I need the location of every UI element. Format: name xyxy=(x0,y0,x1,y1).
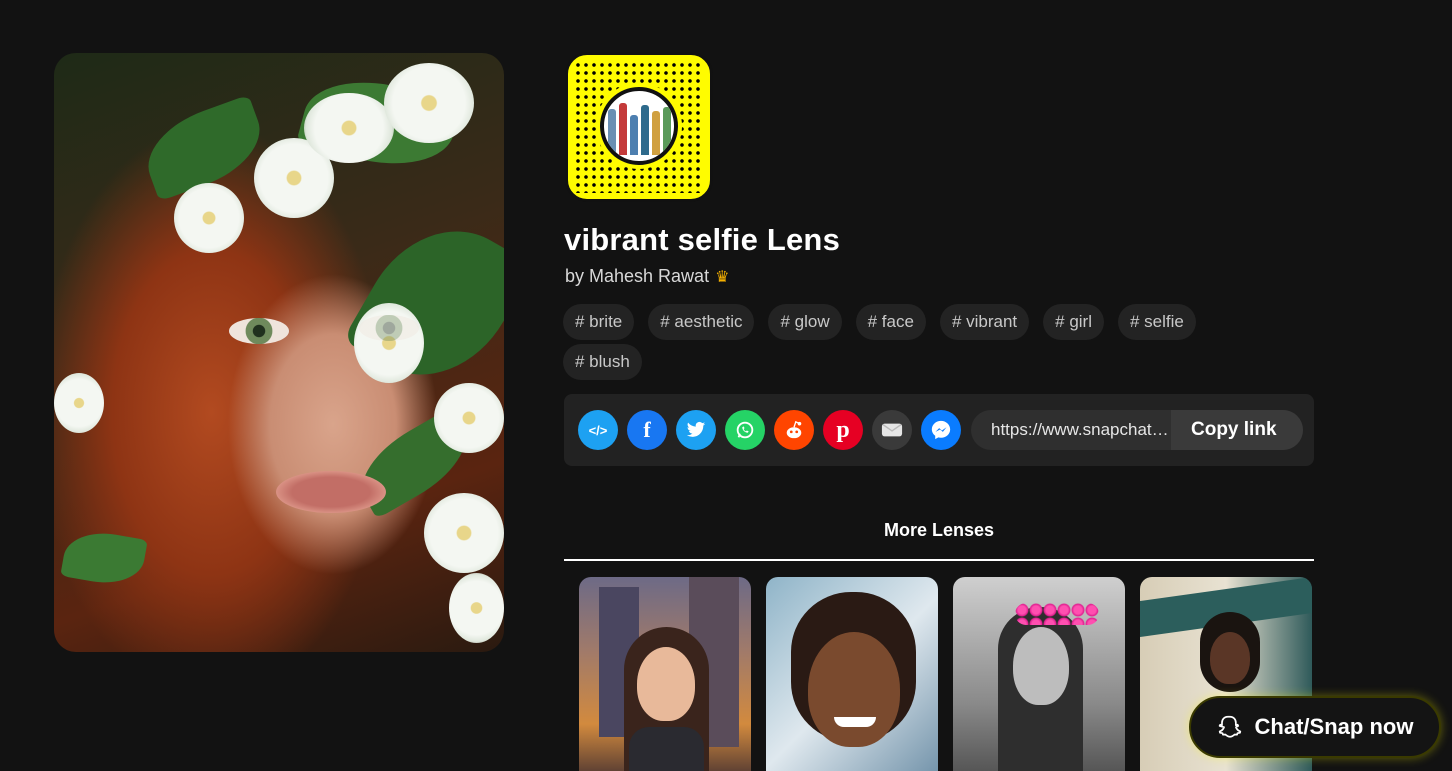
tag-chip[interactable]: # face xyxy=(855,304,926,340)
eye xyxy=(229,318,289,344)
embed-icon[interactable]: </> xyxy=(578,410,618,450)
tag-chip[interactable]: # selfie xyxy=(1118,304,1196,340)
tag-list: # brite # aesthetic # glow # face # vibr… xyxy=(563,304,1283,380)
pencil-shape xyxy=(651,111,660,155)
tag-chip[interactable]: # brite xyxy=(563,304,635,340)
lips xyxy=(276,471,386,513)
tag-chip[interactable]: # aesthetic xyxy=(648,304,755,340)
face-shape xyxy=(637,647,695,721)
share-link-box: https://www.snapchat.com/lens/ Copy link xyxy=(971,410,1303,450)
lens-card[interactable] xyxy=(579,577,751,771)
snapcode[interactable] xyxy=(565,52,713,202)
email-icon[interactable] xyxy=(872,410,912,450)
chat-snap-now-label: Chat/Snap now xyxy=(1254,714,1414,739)
lens-author[interactable]: by Mahesh Rawat ♛ xyxy=(565,266,729,287)
facebook-icon[interactable]: f xyxy=(627,410,667,450)
share-bar: </> f p https://www.snapchat.com/lens/ C… xyxy=(564,394,1314,466)
more-lenses-underline xyxy=(564,559,1314,561)
reddit-icon[interactable] xyxy=(774,410,814,450)
lens-preview-image xyxy=(54,53,504,652)
more-lenses-heading[interactable]: More Lenses xyxy=(564,520,1314,541)
lens-card[interactable] xyxy=(953,577,1125,771)
face-shape xyxy=(1210,632,1250,684)
whatsapp-icon[interactable] xyxy=(725,410,765,450)
snapchat-ghost-icon xyxy=(1218,715,1241,738)
heart-crown xyxy=(1015,603,1099,625)
copy-link-button[interactable]: Copy link xyxy=(1171,410,1303,450)
messenger-glyph xyxy=(931,420,951,440)
snapcode-ring xyxy=(596,83,682,169)
whatsapp-glyph xyxy=(736,421,754,439)
pencils-icon xyxy=(607,97,671,155)
share-link-field[interactable]: https://www.snapchat.com/lens/ xyxy=(971,410,1171,450)
envelope-glyph xyxy=(881,423,903,437)
lens-card[interactable] xyxy=(766,577,938,771)
messenger-icon[interactable] xyxy=(921,410,961,450)
crown-icon: ♛ xyxy=(715,268,730,286)
reddit-glyph xyxy=(786,420,802,439)
body-shape xyxy=(629,727,704,771)
lens-icon xyxy=(600,87,678,165)
pencil-shape xyxy=(662,107,671,155)
tag-chip[interactable]: # blush xyxy=(563,344,642,380)
flower-decoration xyxy=(434,383,504,453)
flower-decoration xyxy=(304,93,394,163)
flower-decoration xyxy=(424,493,504,573)
eye xyxy=(359,315,419,341)
pencil-shape xyxy=(618,103,627,155)
flower-decoration xyxy=(449,573,504,643)
tag-chip[interactable]: # girl xyxy=(1043,304,1104,340)
pinterest-icon[interactable]: p xyxy=(823,410,863,450)
lens-title: vibrant selfie Lens xyxy=(564,222,841,257)
leaf-decoration xyxy=(60,526,148,590)
twitter-icon[interactable] xyxy=(676,410,716,450)
pencil-shape xyxy=(640,105,649,155)
flower-decoration xyxy=(174,183,244,253)
author-name[interactable]: by Mahesh Rawat xyxy=(565,266,709,287)
pencil-shape xyxy=(629,115,638,155)
chat-snap-now-button[interactable]: Chat/Snap now xyxy=(1189,696,1441,758)
twitter-bird-glyph xyxy=(686,421,706,437)
tag-chip[interactable]: # glow xyxy=(768,304,842,340)
flower-decoration xyxy=(384,63,474,143)
tag-chip[interactable]: # vibrant xyxy=(939,304,1030,340)
smile-shape xyxy=(834,717,876,727)
pencil-shape xyxy=(607,109,616,155)
flower-decoration xyxy=(54,373,104,433)
face-shape xyxy=(1013,627,1069,705)
face-shape xyxy=(808,632,900,747)
